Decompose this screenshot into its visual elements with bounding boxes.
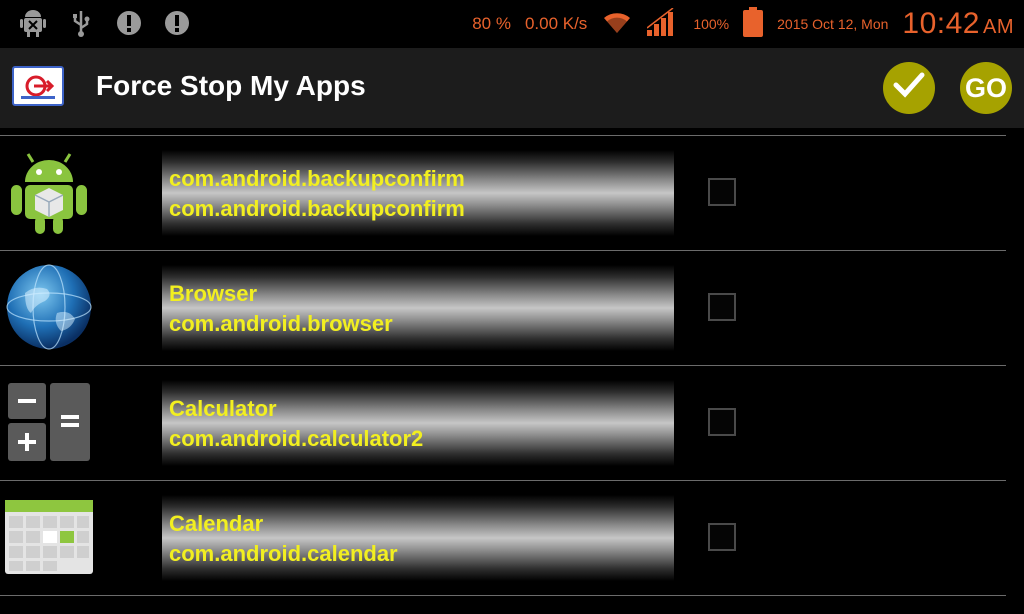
go-button[interactable]: GO bbox=[960, 62, 1012, 114]
app-logo-icon bbox=[12, 66, 64, 106]
app-name: com.android.backupconfirm bbox=[169, 166, 465, 191]
battery-percent-text: 80 % bbox=[472, 14, 511, 33]
status-info: 80 % 0.00 K/s 100% 2015 Oct 12, Mon 10:4… bbox=[472, 4, 1014, 44]
app-checkbox[interactable] bbox=[708, 178, 736, 206]
clock-time: 10:42 bbox=[902, 7, 980, 40]
battery-icon bbox=[743, 6, 764, 42]
calendar-icon bbox=[5, 493, 93, 581]
signal-percent: 100% bbox=[693, 16, 730, 32]
app-label[interactable]: Browser com.android.browser bbox=[162, 265, 674, 351]
app-label[interactable]: Calendar com.android.calendar bbox=[162, 495, 674, 581]
list-item[interactable]: Calendar com.android.calendar bbox=[0, 481, 1024, 595]
clock-ampm: AM bbox=[983, 16, 1014, 38]
app-checkbox[interactable] bbox=[708, 408, 736, 436]
go-button-label: GO bbox=[964, 72, 1007, 103]
app-title: Force Stop My Apps bbox=[96, 70, 366, 101]
app-name: Browser bbox=[169, 281, 258, 306]
calculator-icon bbox=[5, 378, 93, 466]
app-checkbox[interactable] bbox=[708, 523, 736, 551]
android-debug-icon bbox=[18, 8, 48, 38]
usb-icon bbox=[66, 8, 96, 38]
app-package: com.android.backupconfirm bbox=[169, 196, 465, 221]
checkmark-icon bbox=[892, 70, 926, 107]
app-package: com.android.calculator2 bbox=[169, 426, 424, 451]
warning-icon bbox=[114, 8, 144, 38]
select-all-button[interactable] bbox=[883, 62, 935, 114]
app-name: Calendar bbox=[169, 511, 264, 536]
signal-icon bbox=[646, 6, 679, 41]
notification-icons bbox=[18, 8, 192, 38]
android-robot-icon bbox=[5, 148, 93, 236]
clock: 10:42 AM bbox=[902, 7, 1014, 41]
wifi-icon bbox=[601, 9, 633, 40]
list-divider bbox=[0, 595, 1006, 596]
app-name: Calculator bbox=[169, 396, 277, 421]
globe-icon bbox=[5, 263, 93, 351]
date-text: 2015 Oct 12, Mon bbox=[777, 16, 889, 32]
list-item[interactable]: com.android.backupconfirm com.android.ba… bbox=[0, 136, 1024, 250]
action-bar: Force Stop My Apps GO bbox=[0, 48, 1024, 128]
app-checkbox[interactable] bbox=[708, 293, 736, 321]
status-bar: 80 % 0.00 K/s 100% 2015 Oct 12, Mon 10:4… bbox=[0, 0, 1024, 48]
app-package: com.android.calendar bbox=[169, 541, 398, 566]
list-item[interactable]: Calculator com.android.calculator2 bbox=[0, 366, 1024, 480]
network-speed: 0.00 K/s bbox=[524, 14, 588, 33]
app-label[interactable]: Calculator com.android.calculator2 bbox=[162, 380, 674, 466]
app-label[interactable]: com.android.backupconfirm com.android.ba… bbox=[162, 150, 674, 236]
list-item[interactable]: Browser com.android.browser bbox=[0, 251, 1024, 365]
warning-icon bbox=[162, 8, 192, 38]
app-package: com.android.browser bbox=[169, 311, 393, 336]
